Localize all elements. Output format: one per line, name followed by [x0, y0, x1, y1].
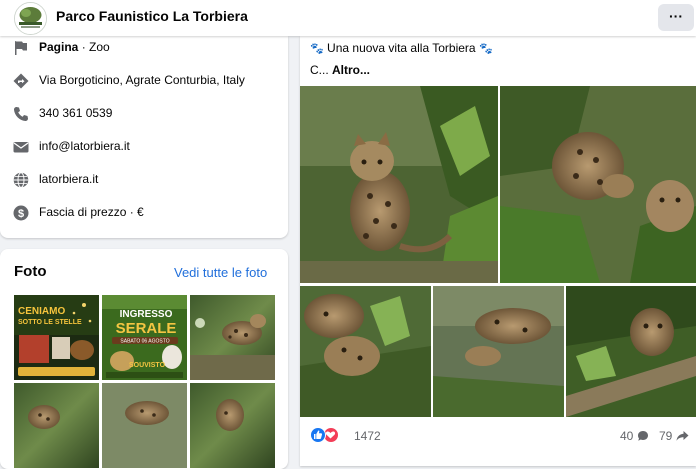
info-price-row: $ Fascia di prezzo · € — [0, 202, 288, 224]
comments-count: 40 — [620, 429, 634, 443]
share-arrow-icon — [676, 431, 689, 441]
money-icon: $ — [13, 205, 29, 221]
post-text: Una nuova vita alla Torbiera — [327, 41, 476, 55]
info-phone-row: 340 361 0539 — [0, 103, 288, 125]
info-email[interactable]: info@latorbiera.it — [39, 139, 130, 153]
post-photo[interactable] — [500, 86, 696, 283]
photos-title: Foto — [14, 263, 47, 280]
see-more-link[interactable]: Altro... — [332, 63, 370, 77]
page-info-card: Pagina · Zoo Via Borgoticino, Agrate Con… — [0, 36, 288, 238]
phone-icon — [14, 107, 28, 121]
comments-summary[interactable]: 40 — [620, 429, 649, 443]
photo-thumbnail[interactable]: INGRESSO SERALE SABATO 06 AGOSTO SOUVIST… — [102, 295, 187, 380]
post-text-line1: 🐾 Una nuova vita alla Torbiera 🐾 — [310, 41, 493, 55]
shares-count: 79 — [659, 429, 673, 443]
post-photo[interactable] — [566, 286, 696, 417]
post-photo[interactable] — [300, 86, 498, 283]
directions-icon — [13, 73, 29, 89]
globe-icon — [13, 172, 29, 188]
more-options-button[interactable]: ··· — [658, 4, 694, 31]
like-reaction-icon — [310, 427, 326, 443]
page-avatar[interactable] — [14, 2, 47, 35]
photos-card: Foto Vedi tutte le foto CENIAMO SOTTO LE… — [0, 249, 288, 469]
poster-line1: CENIAMO — [18, 306, 65, 317]
info-address-row: Via Borgoticino, Agrate Conturbia, Italy — [0, 70, 288, 92]
info-address[interactable]: Via Borgoticino, Agrate Conturbia, Italy — [39, 73, 245, 87]
photo-thumbnail[interactable] — [102, 383, 187, 468]
post-text-truncated: C... — [310, 63, 333, 77]
paw-icon: 🐾 — [478, 43, 493, 55]
shares-summary[interactable]: 79 — [659, 429, 689, 443]
envelope-icon — [13, 142, 29, 153]
svg-text:$: $ — [18, 208, 24, 220]
page-header: Parco Faunistico La Torbiera ··· — [0, 0, 696, 36]
info-category-row: Pagina · Zoo — [0, 37, 288, 59]
info-price: Fascia di prezzo · € — [39, 205, 144, 219]
reactions-count: 1472 — [354, 429, 381, 443]
page-title[interactable]: Parco Faunistico La Torbiera — [56, 8, 248, 24]
post-photo[interactable] — [300, 286, 431, 417]
poster-line2: SERALE — [116, 320, 177, 337]
flag-icon — [15, 41, 27, 55]
post-text-line2: C... Altro... — [310, 63, 370, 77]
paw-icon: 🐾 — [310, 43, 324, 55]
poster-line3: SABATO 06 AGOSTO — [120, 339, 169, 345]
photo-thumbnail[interactable] — [190, 383, 275, 468]
poster-line2: SOTTO LE STELLE — [18, 319, 82, 326]
post-card: 🐾 Una nuova vita alla Torbiera 🐾 C... Al… — [300, 36, 696, 466]
see-all-photos-link[interactable]: Vedi tutte le foto — [174, 265, 267, 280]
info-website[interactable]: latorbiera.it — [39, 172, 98, 186]
info-phone[interactable]: 340 361 0539 — [39, 106, 112, 120]
info-website-row: latorbiera.it — [0, 169, 288, 191]
poster-line4: SOUVISTO — [129, 362, 166, 369]
post-photo[interactable] — [433, 286, 564, 417]
info-email-row: info@latorbiera.it — [0, 136, 288, 158]
photo-thumbnail[interactable] — [190, 295, 275, 380]
info-category: Pagina · Zoo — [39, 40, 110, 54]
poster-line1: INGRESSO — [120, 309, 173, 320]
comment-icon — [637, 431, 648, 441]
photo-thumbnail[interactable]: CENIAMO SOTTO LE STELLE — [14, 295, 99, 380]
photo-thumbnail[interactable] — [14, 383, 99, 468]
